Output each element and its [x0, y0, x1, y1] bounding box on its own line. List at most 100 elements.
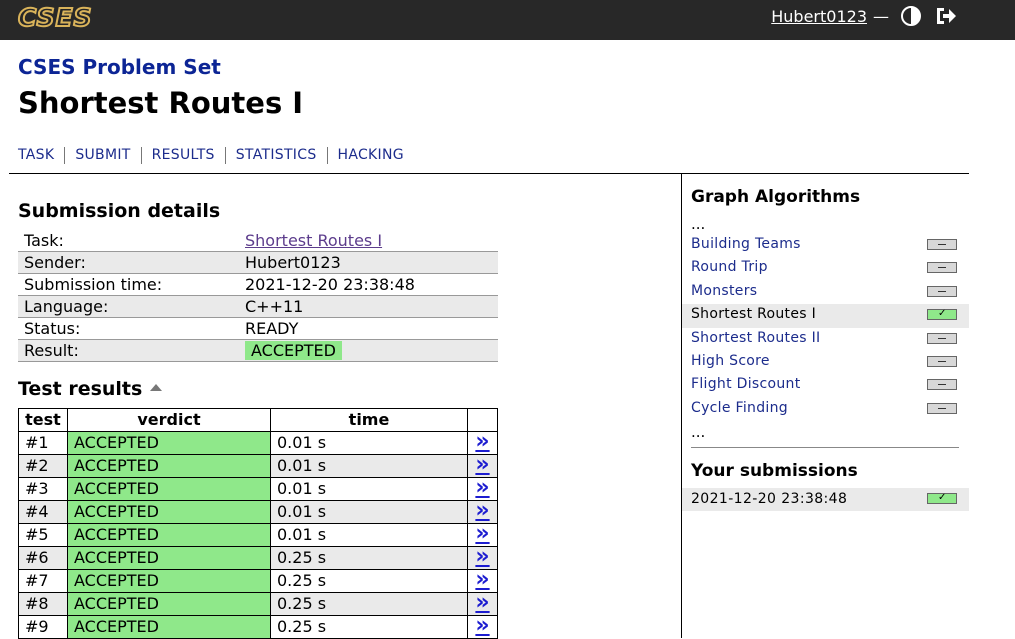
view-test-link-icon[interactable]: »: [475, 498, 489, 523]
details-row-result: Result: ACCEPTED: [18, 339, 498, 362]
test-verdict: ACCEPTED: [67, 454, 271, 478]
table-row: #3 ACCEPTED 0.01 s »: [18, 475, 498, 501]
view-test-link-icon[interactable]: »: [475, 429, 489, 454]
test-results-table: test verdict time #1 ACCEPTED 0.01 s» #2 ACC…: [18, 408, 498, 639]
unsolved-status-icon: [927, 285, 957, 297]
details-value: ACCEPTED: [239, 339, 498, 362]
column-header-test: test: [18, 408, 68, 432]
task-link[interactable]: Shortest Routes I: [245, 231, 382, 250]
sidebar-task-link[interactable]: Round Trip: [691, 259, 768, 275]
view-test-link-icon[interactable]: »: [475, 452, 489, 477]
problem-set-title[interactable]: CSES Problem Set: [18, 55, 221, 79]
sidebar-task-item[interactable]: Shortest Routes I ✓: [682, 304, 969, 328]
table-row: #9 ACCEPTED 0.25 s »: [18, 613, 498, 639]
sidebar-task-item[interactable]: Monsters: [682, 281, 969, 304]
top-bar: CSES Hubert0123 —: [0, 0, 1015, 40]
sidebar-ellipsis-top: ...: [691, 215, 706, 233]
nav-task[interactable]: TASK: [18, 147, 64, 164]
sidebar-task-item[interactable]: Building Teams: [682, 234, 969, 257]
test-number: #3: [18, 477, 68, 501]
test-time: 0.01 s: [270, 523, 468, 547]
test-time: 0.01 s: [270, 500, 468, 524]
sidebar-task-list: Building Teams Round Trip Monsters Shortest…: [682, 234, 969, 421]
unsolved-status-icon: [927, 402, 957, 414]
submission-details-heading: Submission details: [18, 200, 221, 222]
sidebar-divider-line: [691, 447, 959, 448]
sidebar-task-link[interactable]: Flight Discount: [691, 376, 801, 392]
table-row: #6 ACCEPTED 0.25 s »: [18, 544, 498, 570]
test-number: #5: [18, 523, 68, 547]
nav-submit[interactable]: SUBMIT: [64, 147, 140, 164]
table-row: #8 ACCEPTED 0.25 s »: [18, 590, 498, 616]
task-nav: TASK SUBMIT RESULTS STATISTICS HACKING: [18, 147, 414, 164]
test-verdict: ACCEPTED: [67, 431, 271, 455]
test-results-heading: Test results: [18, 378, 163, 400]
username-link[interactable]: Hubert0123: [771, 7, 867, 26]
view-test-link-icon[interactable]: »: [475, 475, 489, 500]
details-key: Submission time:: [18, 273, 239, 296]
nav-statistics[interactable]: STATISTICS: [224, 147, 327, 164]
accepted-status-icon: ✓: [927, 493, 957, 504]
sidebar-task-item[interactable]: Shortest Routes II: [682, 328, 969, 351]
page-title: Shortest Routes I: [18, 86, 304, 120]
sidebar-task-link[interactable]: Building Teams: [691, 236, 801, 252]
sidebar-task-item[interactable]: Cycle Finding: [682, 398, 969, 421]
details-row-sender: Sender: Hubert0123: [18, 251, 498, 274]
test-verdict: ACCEPTED: [67, 477, 271, 501]
view-test-link-icon[interactable]: »: [475, 521, 489, 546]
your-submissions-title: Your submissions: [691, 461, 858, 481]
view-test-link-icon[interactable]: »: [475, 613, 489, 638]
user-area: Hubert0123 —: [771, 6, 957, 26]
sidebar-task-link[interactable]: Shortest Routes II: [691, 330, 820, 346]
details-value: 2021-12-20 23:38:48: [239, 273, 498, 296]
details-row-task: Task: Shortest Routes I: [18, 230, 498, 252]
cses-logo[interactable]: CSES: [17, 3, 93, 33]
test-verdict: ACCEPTED: [67, 569, 271, 593]
logout-icon[interactable]: [935, 6, 957, 26]
sidebar-task-item[interactable]: Flight Discount: [682, 374, 969, 397]
unsolved-status-icon: [927, 332, 957, 344]
details-value: Shortest Routes I: [239, 230, 498, 252]
table-row: #1 ACCEPTED 0.01 s »: [18, 429, 498, 455]
sidebar-task-link[interactable]: Monsters: [691, 283, 757, 299]
collapse-arrow-icon[interactable]: [150, 384, 163, 391]
table-row: #7 ACCEPTED 0.25 s »: [18, 567, 498, 593]
nav-results[interactable]: RESULTS: [140, 147, 225, 164]
view-test-link-icon[interactable]: »: [475, 544, 489, 569]
test-number: #6: [18, 546, 68, 570]
details-value: READY: [239, 317, 498, 340]
test-time: 0.01 s: [270, 431, 468, 455]
view-test-link-icon[interactable]: »: [475, 590, 489, 615]
test-verdict: ACCEPTED: [67, 523, 271, 547]
table-row: #2 ACCEPTED 0.01 s »: [18, 452, 498, 478]
theme-toggle-icon[interactable]: [901, 6, 921, 26]
sidebar-task-link[interactable]: High Score: [691, 353, 770, 369]
sidebar-task-link[interactable]: Shortest Routes I: [691, 306, 816, 322]
sidebar-task-link[interactable]: Cycle Finding: [691, 400, 788, 416]
sidebar-task-item[interactable]: Round Trip: [682, 257, 969, 280]
nav-hacking[interactable]: HACKING: [326, 147, 414, 164]
column-header-verdict: verdict: [67, 408, 271, 432]
submission-list-item[interactable]: 2021-12-20 23:38:48 ✓: [682, 488, 969, 511]
unsolved-status-icon: [927, 262, 957, 274]
check-icon: ✓: [938, 308, 947, 320]
details-row-time: Submission time: 2021-12-20 23:38:48: [18, 273, 498, 296]
details-key: Status:: [18, 317, 239, 340]
test-time: 0.01 s: [270, 477, 468, 501]
test-verdict: ACCEPTED: [67, 500, 271, 524]
view-test-link-icon[interactable]: »: [475, 567, 489, 592]
sidebar-task-item[interactable]: High Score: [682, 351, 969, 374]
details-value: Hubert0123: [239, 251, 498, 274]
test-number: #8: [18, 592, 68, 616]
result-badge: ACCEPTED: [245, 341, 342, 360]
test-number: #2: [18, 454, 68, 478]
submission-details-table: Task: Shortest Routes I Sender: Hubert01…: [18, 230, 498, 362]
test-detail-cell: »: [467, 613, 498, 639]
column-header-time: time: [270, 408, 468, 432]
check-icon: ✓: [938, 492, 947, 503]
details-value: C++11: [239, 295, 498, 318]
unsolved-status-icon: [927, 239, 957, 250]
test-number: #4: [18, 500, 68, 524]
test-time: 0.25 s: [270, 592, 468, 616]
submission-time-link[interactable]: 2021-12-20 23:38:48: [691, 491, 847, 507]
